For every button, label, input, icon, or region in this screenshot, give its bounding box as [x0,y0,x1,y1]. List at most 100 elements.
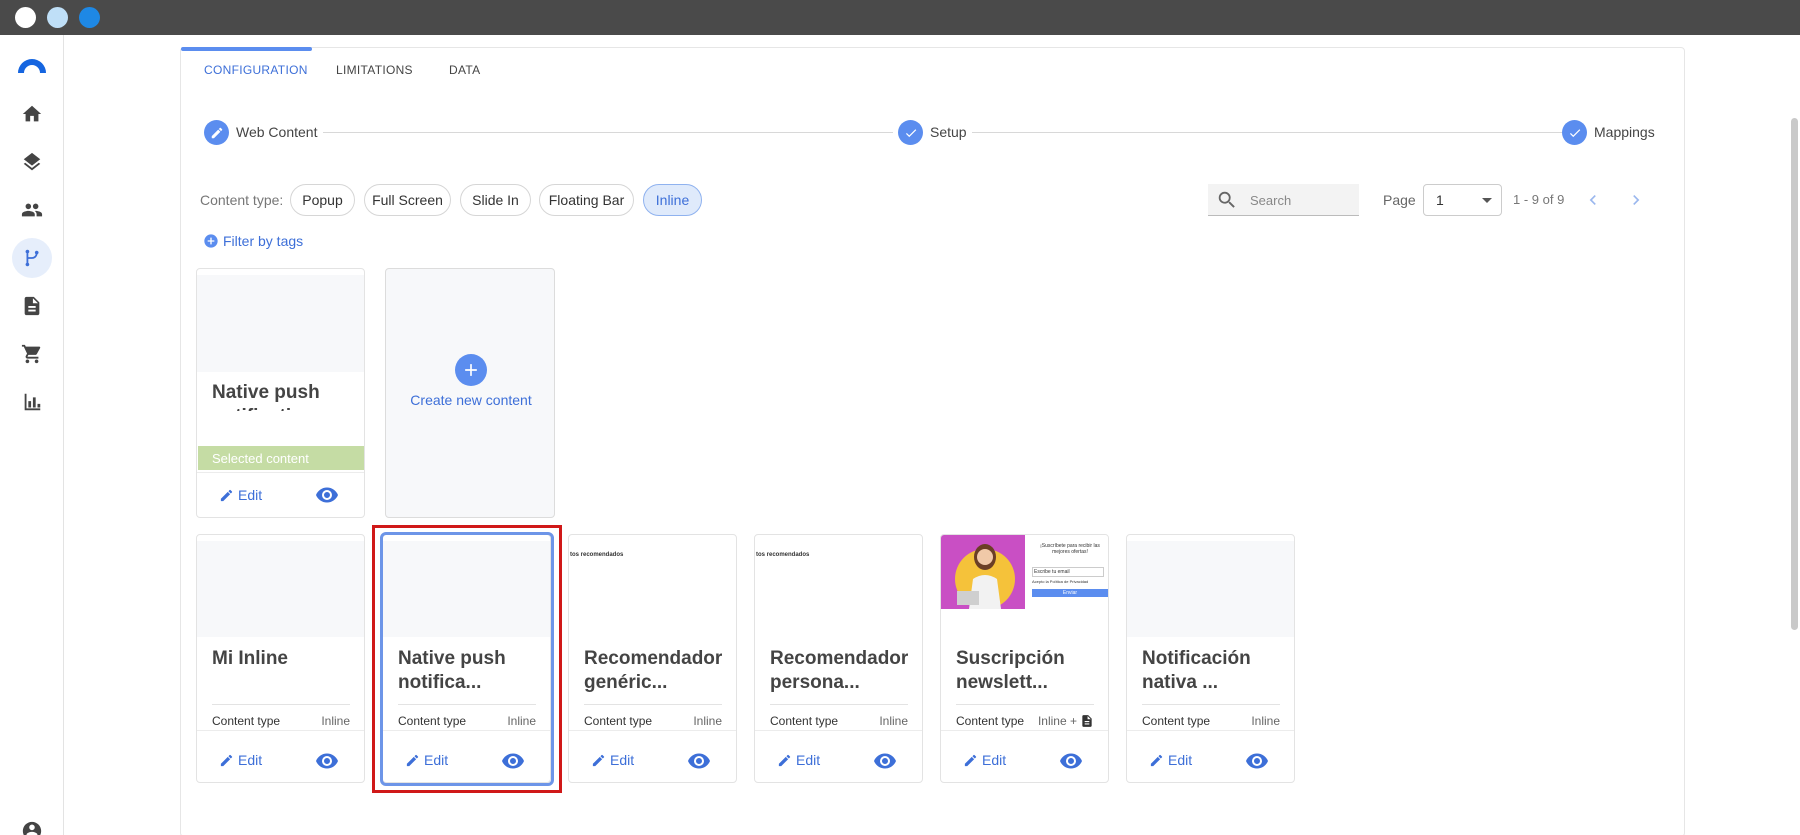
content-type-label: Content type: [200,192,284,208]
sidebar-item-documents[interactable] [12,286,52,326]
search-field[interactable] [1208,184,1359,216]
tab-configuration[interactable]: CONFIGURATION [204,63,308,77]
window-maximize-button[interactable] [79,7,100,28]
sidebar-item-people[interactable] [12,190,52,230]
content-type-value: Inline + [1038,714,1094,728]
content-card[interactable]: tos recomendados Recomendador genéric...… [568,534,737,783]
stepper-connector [323,132,893,133]
edit-button[interactable]: Edit [777,752,820,768]
sidebar-item-home[interactable] [12,94,52,134]
bar-chart-icon [24,393,41,411]
step-setup-circle[interactable] [898,120,923,145]
chip-inline[interactable]: Inline [643,184,702,216]
vertical-scrollbar[interactable] [1791,118,1798,630]
preview-button[interactable] [315,749,339,773]
preview-button[interactable] [687,749,711,773]
newsletter-thumbnail-image [941,535,1025,609]
step-mappings-label[interactable]: Mappings [1594,124,1655,140]
content-card[interactable]: Notificación nativa ... Content type Inl… [1126,534,1295,783]
create-new-content-card[interactable]: Create new content [385,268,555,518]
card-divider [197,472,364,473]
card-thumbnail [1127,541,1294,637]
edit-label: Edit [238,487,263,503]
eye-icon [316,753,338,769]
chip-floating-bar[interactable]: Floating Bar [539,184,634,216]
thumbnail-text: tos recomendados [756,552,810,558]
card-divider [197,730,364,731]
chip-slide-in[interactable]: Slide In [460,184,531,216]
edit-label: Edit [424,752,449,768]
selected-content-card[interactable]: Native push notification Selected conten… [196,268,365,518]
edit-label: Edit [982,752,1007,768]
step-web-content-label[interactable]: Web Content [236,124,317,140]
step-setup-label[interactable]: Setup [930,124,967,140]
eye-icon [1246,753,1268,769]
document-icon [1082,715,1092,727]
window-close-button[interactable] [15,7,36,28]
preview-button[interactable] [873,749,897,773]
search-input[interactable] [1250,190,1350,210]
preview-button[interactable] [1059,749,1083,773]
window-minimize-button[interactable] [47,7,68,28]
content-card[interactable]: ¡Suscríbete para recibir las mejores ofe… [940,534,1109,783]
card-divider [398,704,536,705]
flow-icon [25,249,39,267]
card-divider [770,704,908,705]
card-title: Native push notifica... [398,648,506,693]
sidebar-item-cart[interactable] [12,334,52,374]
edit-button[interactable]: Edit [963,752,1006,768]
card-title: Notificación nativa ... [1142,648,1251,693]
edit-button[interactable]: Edit [219,752,262,768]
card-thumbnail: tos recomendados [569,541,736,637]
content-type-key: Content type [584,714,653,728]
preview-button[interactable] [1245,749,1269,773]
step-web-content-circle[interactable] [204,120,229,145]
edit-button[interactable]: Edit [405,752,448,768]
content-type-key: Content type [212,714,281,728]
pencil-icon [406,754,419,766]
sidebar-item-account[interactable] [12,811,52,835]
edit-label: Edit [796,752,821,768]
content-card[interactable]: Mi Inline Content type Inline Edit [196,534,365,783]
card-divider [212,704,350,705]
step-mappings-circle[interactable] [1562,120,1587,145]
edit-button[interactable]: Edit [219,487,262,503]
sidebar-item-analytics[interactable] [12,382,52,422]
content-type-value-text: Inline [321,714,350,728]
sidebar-item-layers[interactable] [12,142,52,182]
edit-button[interactable]: Edit [1149,752,1192,768]
filter-by-tags-button[interactable]: Filter by tags [203,233,303,249]
page-select[interactable]: 1 [1423,184,1502,216]
preview-button[interactable] [315,483,339,507]
filter-by-tags-label: Filter by tags [223,233,304,249]
content-type-value: Inline [693,714,722,728]
preview-button[interactable] [501,749,525,773]
content-card[interactable]: Native push notifica... Content type Inl… [382,534,551,783]
chip-full-screen[interactable]: Full Screen [364,184,451,216]
content-type-value-text: Inline + [1037,714,1077,728]
content-type-value: Inline [879,714,908,728]
card-title: Native push notification [212,382,320,411]
chip-popup[interactable]: Popup [290,184,355,216]
sidebar-item-flows[interactable] [12,238,52,278]
card-thumbnail [383,541,550,637]
account-circle-icon [22,821,42,835]
sidebar [0,35,64,835]
edit-button[interactable]: Edit [591,752,634,768]
card-thumbnail: ¡Suscríbete para recibir las mejores ofe… [941,535,1108,609]
add-circle-icon [204,234,218,248]
thumbnail-heading: ¡Suscríbete para recibir las mejores ofe… [1040,543,1100,555]
card-divider [383,730,550,731]
content-card[interactable]: tos recomendados Recomendador persona...… [754,534,923,783]
tab-limitations[interactable]: LIMITATIONS [336,63,413,77]
card-thumbnail [197,541,364,637]
app-logo-icon[interactable] [16,53,48,75]
tab-data[interactable]: DATA [449,63,480,77]
search-icon [1218,191,1235,208]
card-divider [584,704,722,705]
next-page-button[interactable] [1622,186,1650,214]
dropdown-caret-icon [1482,198,1492,203]
pencil-icon [592,754,605,766]
previous-page-button[interactable] [1579,186,1607,214]
card-divider [956,704,1094,705]
